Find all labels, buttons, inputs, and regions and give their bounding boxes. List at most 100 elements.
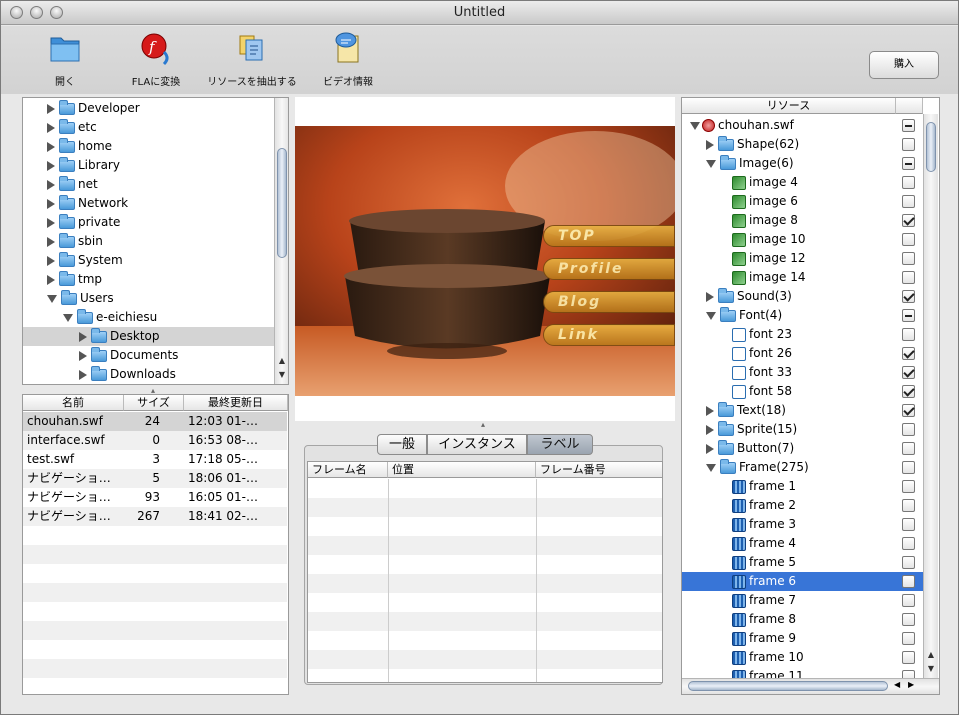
resource-checkbox[interactable] — [902, 632, 915, 645]
label-table[interactable]: フレーム名 位置 フレーム番号 — [307, 461, 663, 683]
resource-tree[interactable]: リソース chouhan.swf Shape(62) Image(6) image 4… — [681, 97, 940, 695]
column-name[interactable]: 名前 — [23, 395, 124, 411]
resource-checkbox[interactable] — [902, 347, 915, 360]
resource-row[interactable]: image 8 — [682, 211, 923, 230]
scroll-up-arrow[interactable]: ▲ — [275, 354, 288, 368]
resource-row[interactable]: frame 3 — [682, 515, 923, 534]
resource-row[interactable]: Sound(3) — [682, 287, 923, 306]
preview-nav-button[interactable]: TOP — [543, 225, 675, 247]
resource-checkbox[interactable] — [902, 252, 915, 265]
resource-checkbox[interactable] — [902, 138, 915, 151]
scroll-right-arrow[interactable]: ▶ — [908, 680, 914, 689]
file-list[interactable]: 名前 サイズ 最終更新日 chouhan.swf 24 12:03 01-… inte… — [22, 394, 289, 695]
disclosure-closed-icon[interactable] — [47, 122, 55, 133]
tree-row[interactable]: Network — [23, 194, 274, 213]
column-position[interactable]: 位置 — [388, 462, 536, 478]
resource-checkbox[interactable] — [902, 613, 915, 626]
directory-tree-scrollbar[interactable]: ▲ ▼ — [274, 98, 288, 384]
tree-row[interactable]: home — [23, 137, 274, 156]
tree-row[interactable]: net — [23, 175, 274, 194]
resource-row[interactable]: frame 9 — [682, 629, 923, 648]
tree-row[interactable]: Documents — [23, 346, 274, 365]
extract-resources-button[interactable]: リソースを抽出する — [197, 30, 307, 90]
resource-checkbox[interactable] — [902, 195, 915, 208]
tree-row[interactable]: e-eichiesu — [23, 308, 274, 327]
disclosure-closed-icon[interactable] — [47, 217, 55, 228]
resource-checkbox[interactable] — [902, 594, 915, 607]
resource-row[interactable]: Button(7) — [682, 439, 923, 458]
resource-checkbox[interactable] — [902, 575, 915, 588]
resource-row[interactable]: image 6 — [682, 192, 923, 211]
zoom-window-button[interactable] — [50, 6, 63, 19]
resource-row[interactable]: image 12 — [682, 249, 923, 268]
column-frame-number[interactable]: フレーム番号 — [536, 462, 662, 478]
disclosure-closed-icon[interactable] — [706, 443, 714, 454]
resource-header[interactable]: リソース — [682, 98, 896, 114]
tree-row[interactable]: etc — [23, 118, 274, 137]
video-info-button[interactable]: ビデオ情報 — [293, 30, 403, 90]
resource-checkbox[interactable] — [902, 480, 915, 493]
resource-checkbox[interactable] — [902, 461, 915, 474]
tab-0[interactable]: 一般 — [377, 434, 427, 455]
disclosure-closed-icon[interactable] — [706, 139, 714, 150]
disclosure-open-icon[interactable] — [690, 121, 700, 130]
tab-1[interactable]: インスタンス — [427, 434, 527, 455]
resource-row[interactable]: font 26 — [682, 344, 923, 363]
disclosure-open-icon[interactable] — [47, 294, 57, 303]
resource-row[interactable]: font 33 — [682, 363, 923, 382]
tab-2[interactable]: ラベル — [527, 434, 593, 455]
resource-scroll-up-arrow[interactable]: ▲ — [924, 648, 938, 662]
resource-check-header[interactable] — [896, 98, 923, 114]
resource-scroll-down-arrow[interactable]: ▼ — [924, 662, 938, 676]
resource-row[interactable]: font 23 — [682, 325, 923, 344]
disclosure-closed-icon[interactable] — [47, 255, 55, 266]
resource-row[interactable]: frame 1 — [682, 477, 923, 496]
disclosure-closed-icon[interactable] — [79, 331, 87, 342]
resource-checkbox[interactable] — [902, 499, 915, 512]
disclosure-closed-icon[interactable] — [79, 369, 87, 380]
resource-row[interactable]: frame 7 — [682, 591, 923, 610]
resource-checkbox[interactable] — [902, 309, 915, 322]
scroll-left-arrow[interactable]: ◀ — [894, 680, 900, 689]
tree-row[interactable]: Desktop — [23, 327, 274, 346]
disclosure-closed-icon[interactable] — [706, 405, 714, 416]
tree-row[interactable]: Developer — [23, 99, 274, 118]
tree-row[interactable]: private — [23, 213, 274, 232]
resource-row[interactable]: frame 10 — [682, 648, 923, 667]
file-row[interactable]: interface.swf 0 16:53 08-… — [23, 431, 287, 450]
resource-checkbox[interactable] — [902, 423, 915, 436]
scroll-down-arrow[interactable]: ▼ — [275, 368, 288, 382]
resource-checkbox[interactable] — [902, 404, 915, 417]
resource-checkbox[interactable] — [902, 290, 915, 303]
resource-row[interactable]: Frame(275) — [682, 458, 923, 477]
file-row[interactable]: ナビゲーショ… 5 18:06 01-… — [23, 469, 287, 488]
resource-row[interactable]: frame 4 — [682, 534, 923, 553]
tree-row[interactable]: Downloads — [23, 365, 274, 384]
disclosure-closed-icon[interactable] — [706, 291, 714, 302]
file-row[interactable]: ナビゲーショ… 93 16:05 01-… — [23, 488, 287, 507]
disclosure-closed-icon[interactable] — [79, 350, 87, 361]
file-row[interactable]: test.swf 3 17:18 05-… — [23, 450, 287, 469]
resource-row[interactable]: frame 6 — [682, 572, 923, 591]
resource-checkbox[interactable] — [902, 119, 915, 132]
disclosure-open-icon[interactable] — [706, 159, 716, 168]
scroll-thumb[interactable] — [277, 148, 287, 258]
resource-checkbox[interactable] — [902, 366, 915, 379]
resource-row[interactable]: image 10 — [682, 230, 923, 249]
file-row[interactable]: ナビゲーショ… 267 18:41 02-… — [23, 507, 287, 526]
resource-row[interactable]: image 14 — [682, 268, 923, 287]
resource-checkbox[interactable] — [902, 233, 915, 246]
tree-row[interactable]: tmp — [23, 270, 274, 289]
disclosure-open-icon[interactable] — [706, 463, 716, 472]
resource-row[interactable]: frame 5 — [682, 553, 923, 572]
preview-nav-button[interactable]: Link — [543, 324, 675, 346]
resource-checkbox[interactable] — [902, 651, 915, 664]
column-modified[interactable]: 最終更新日 — [184, 395, 288, 411]
resource-row[interactable]: chouhan.swf — [682, 116, 923, 135]
disclosure-closed-icon[interactable] — [47, 274, 55, 285]
preview-nav-button[interactable]: Profile — [543, 258, 675, 280]
disclosure-closed-icon[interactable] — [47, 103, 55, 114]
resource-checkbox[interactable] — [902, 271, 915, 284]
convert-fla-button[interactable]: f FLAに変換 — [101, 30, 211, 90]
resource-checkbox[interactable] — [902, 157, 915, 170]
